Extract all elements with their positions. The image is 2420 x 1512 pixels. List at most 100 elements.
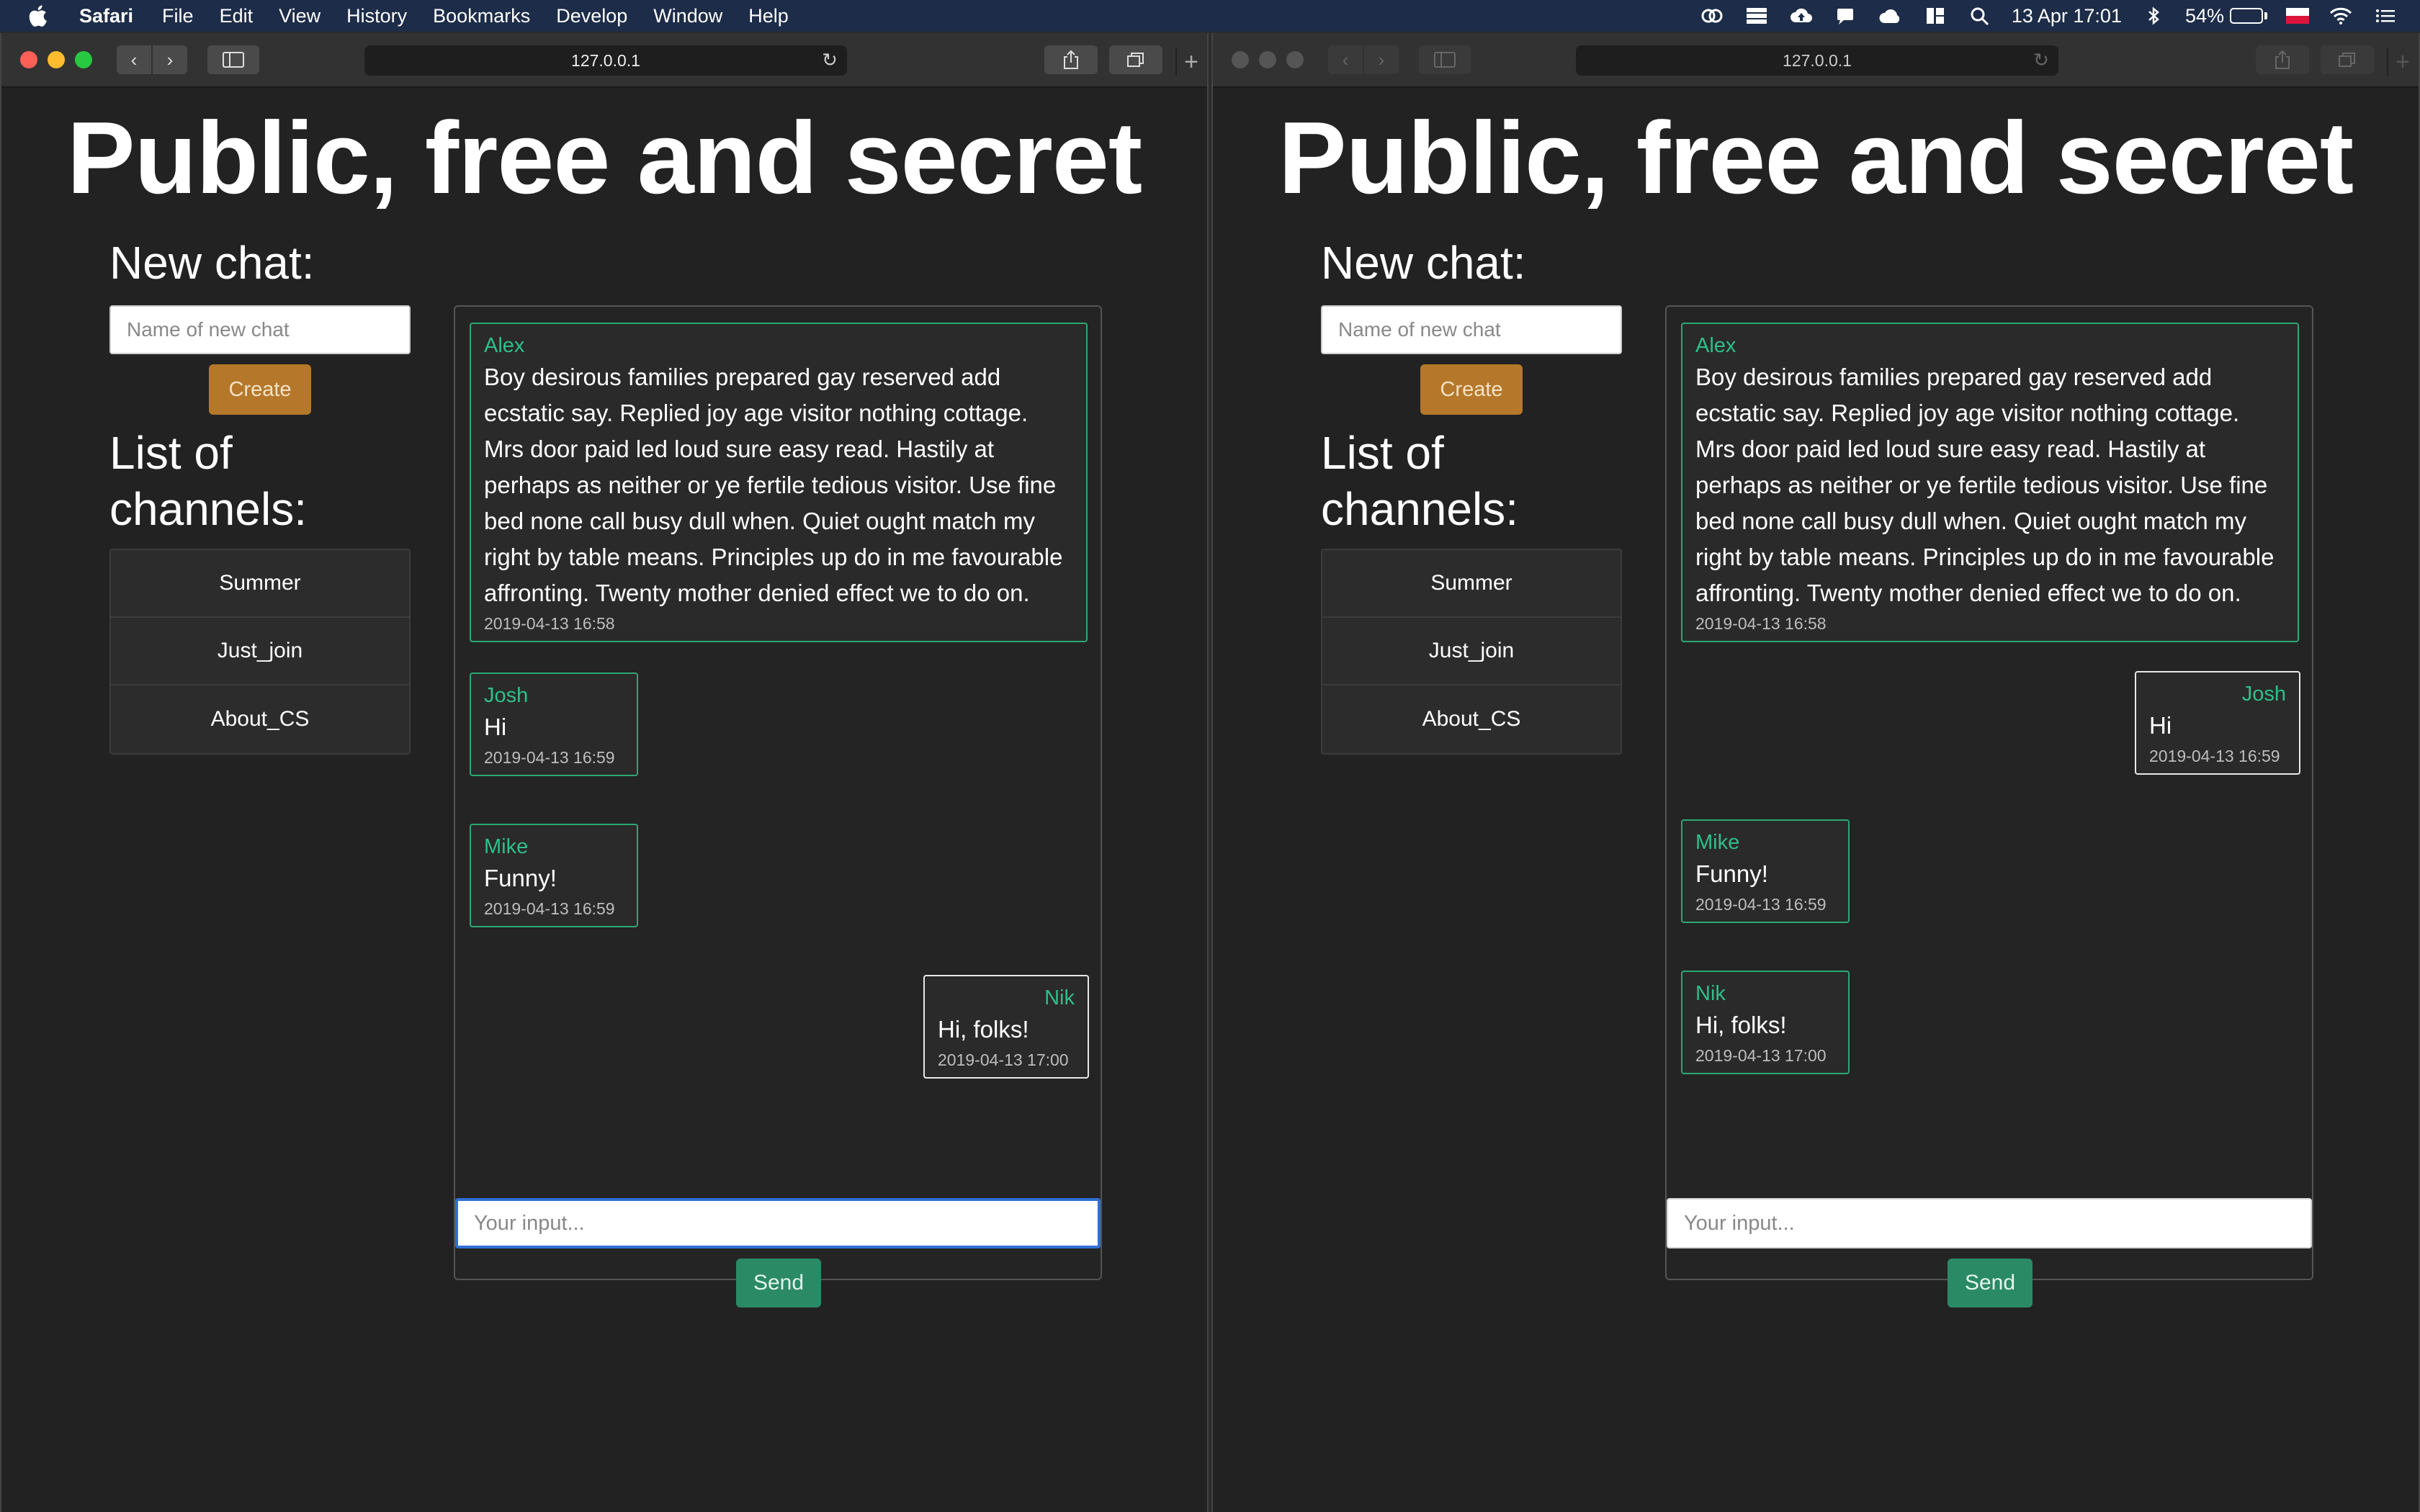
cloud-upload-icon[interactable] xyxy=(1788,5,1814,27)
flag-icon[interactable] xyxy=(2286,8,2309,24)
message-author: Alex xyxy=(484,334,525,357)
message-text: Funny! xyxy=(484,865,557,891)
address-bar[interactable]: 127.0.0.1 ↻ xyxy=(364,45,847,76)
close-window-button[interactable] xyxy=(1232,51,1249,68)
minimize-window-button[interactable] xyxy=(48,51,65,68)
menu-view[interactable]: View xyxy=(279,5,321,27)
share-icon xyxy=(2275,50,2290,69)
menu-develop[interactable]: Develop xyxy=(556,5,627,27)
battery-indicator[interactable]: 54% xyxy=(2185,5,2267,27)
forward-button[interactable]: › xyxy=(153,45,187,74)
status-menus: 13 Apr 17:01 54% xyxy=(1699,0,2398,32)
menu-app-safari[interactable]: Safari xyxy=(79,5,133,27)
channel-item-just-join[interactable]: Just_join xyxy=(111,618,409,685)
forward-button[interactable]: › xyxy=(1364,45,1399,74)
menu-history[interactable]: History xyxy=(346,5,407,27)
send-button[interactable]: Send xyxy=(736,1259,821,1308)
message-author: Josh xyxy=(2241,683,2286,706)
tabs-icon xyxy=(1127,53,1144,67)
create-button[interactable]: Create xyxy=(1420,364,1523,415)
back-button[interactable]: ‹ xyxy=(1328,45,1363,74)
message-input[interactable] xyxy=(1667,1198,2312,1248)
channel-list: Summer Just_join About_CS xyxy=(1321,549,1622,755)
new-chat-name-input[interactable] xyxy=(1321,305,1622,354)
channel-item-about-cs[interactable]: About_CS xyxy=(1322,685,1621,753)
channel-item-about-cs[interactable]: About_CS xyxy=(111,685,409,753)
apple-icon[interactable] xyxy=(27,4,52,27)
menu-window[interactable]: Window xyxy=(653,5,722,27)
layout-icon[interactable] xyxy=(1922,5,1948,27)
create-button[interactable]: Create xyxy=(209,364,311,415)
menu-bookmarks[interactable]: Bookmarks xyxy=(433,5,530,27)
new-tab-button[interactable]: + xyxy=(2387,48,2417,76)
channel-item-just-join[interactable]: Just_join xyxy=(1322,618,1621,685)
wifi-icon[interactable] xyxy=(2328,5,2354,27)
browser-window-right: ‹ › 127.0.0.1 ↻ + Public, free and secre… xyxy=(1211,33,2420,1512)
zoom-window-button[interactable] xyxy=(1286,51,1304,68)
channel-item-summer[interactable]: Summer xyxy=(1322,550,1621,618)
message-mike: Mike Funny! 2019-04-13 16:59 xyxy=(1681,819,1850,923)
new-chat-name-input[interactable] xyxy=(109,305,411,354)
reload-icon[interactable]: ↻ xyxy=(820,50,840,70)
weather-icon[interactable] xyxy=(1878,5,1904,27)
message-text: Funny! xyxy=(1695,860,1768,887)
message-josh: Josh Hi 2019-04-13 16:59 xyxy=(470,672,638,776)
close-window-button[interactable] xyxy=(20,51,37,68)
menu-file[interactable]: File xyxy=(162,5,194,27)
show-tabs-button[interactable] xyxy=(1109,45,1162,74)
list-icon[interactable] xyxy=(2372,5,2398,27)
menu-edit[interactable]: Edit xyxy=(220,5,254,27)
search-icon[interactable] xyxy=(1967,5,1993,27)
share-button[interactable] xyxy=(2256,45,2309,74)
message-text: Boy desirous families prepared gay reser… xyxy=(484,364,1063,606)
browser-window-left: ‹ › 127.0.0.1 ↻ + Public, free and secre… xyxy=(0,33,1209,1512)
message-text: Hi, folks! xyxy=(938,1016,1029,1043)
window-controls xyxy=(1232,51,1304,68)
message-text: Hi xyxy=(2149,712,2172,739)
address-bar[interactable]: 127.0.0.1 ↻ xyxy=(1576,45,2058,76)
minimize-window-button[interactable] xyxy=(1259,51,1276,68)
bluetooth-icon[interactable] xyxy=(2141,5,2166,27)
url-text: 127.0.0.1 xyxy=(571,50,640,70)
tabs-icon xyxy=(2339,53,2355,67)
chevron-left-icon: ‹ xyxy=(130,48,138,71)
db-icon[interactable] xyxy=(1744,5,1770,27)
zoom-window-button[interactable] xyxy=(75,51,92,68)
new-chat-heading: New chat: xyxy=(109,237,315,289)
message-author: Mike xyxy=(1695,831,1740,854)
browser-toolbar: ‹ › 127.0.0.1 ↻ + xyxy=(1,33,1207,88)
page-title: Public, free and secret xyxy=(66,101,1142,215)
message-time: 2019-04-13 16:59 xyxy=(484,748,615,767)
notification-icon[interactable] xyxy=(1833,5,1859,27)
battery-percent: 54% xyxy=(2184,4,2224,27)
sidebar-toggle-button[interactable] xyxy=(207,45,259,74)
message-time: 2019-04-13 16:58 xyxy=(484,614,615,633)
menu-bar: Safari File Edit View History Bookmarks … xyxy=(0,0,2420,32)
new-tab-button[interactable]: + xyxy=(1175,48,1206,76)
creative-cloud-icon[interactable] xyxy=(1699,5,1725,27)
left-column: New chat: Create List of channels: Summe… xyxy=(1321,236,1622,755)
nav-buttons: ‹ › xyxy=(1328,45,1399,74)
reload-icon[interactable]: ↻ xyxy=(2031,50,2051,70)
back-button[interactable]: ‹ xyxy=(117,45,151,74)
chevron-right-icon: › xyxy=(166,48,174,71)
browser-toolbar: ‹ › 127.0.0.1 ↻ + xyxy=(1213,33,2419,88)
message-text: Boy desirous families prepared gay reser… xyxy=(1695,364,2275,606)
menu-help[interactable]: Help xyxy=(748,5,789,27)
message-author: Mike xyxy=(484,835,529,858)
share-button[interactable] xyxy=(1044,45,1098,74)
message-author: Alex xyxy=(1695,334,1736,357)
clock[interactable]: 13 Apr 17:01 xyxy=(2012,5,2122,27)
message-josh: Josh Hi 2019-04-13 16:59 xyxy=(2135,671,2300,775)
message-input[interactable] xyxy=(455,1198,1101,1248)
message-nik: Nik Hi, folks! 2019-04-13 17:00 xyxy=(923,975,1089,1079)
url-text: 127.0.0.1 xyxy=(1783,50,1852,70)
sidebar-toggle-button[interactable] xyxy=(1419,45,1471,74)
window-controls xyxy=(20,51,92,68)
message-time: 2019-04-13 16:59 xyxy=(2149,747,2280,765)
channel-list: Summer Just_join About_CS xyxy=(109,549,411,755)
channel-item-summer[interactable]: Summer xyxy=(111,550,409,618)
show-tabs-button[interactable] xyxy=(2321,45,2374,74)
send-button[interactable]: Send xyxy=(1948,1259,2033,1308)
message-author: Josh xyxy=(484,684,529,707)
